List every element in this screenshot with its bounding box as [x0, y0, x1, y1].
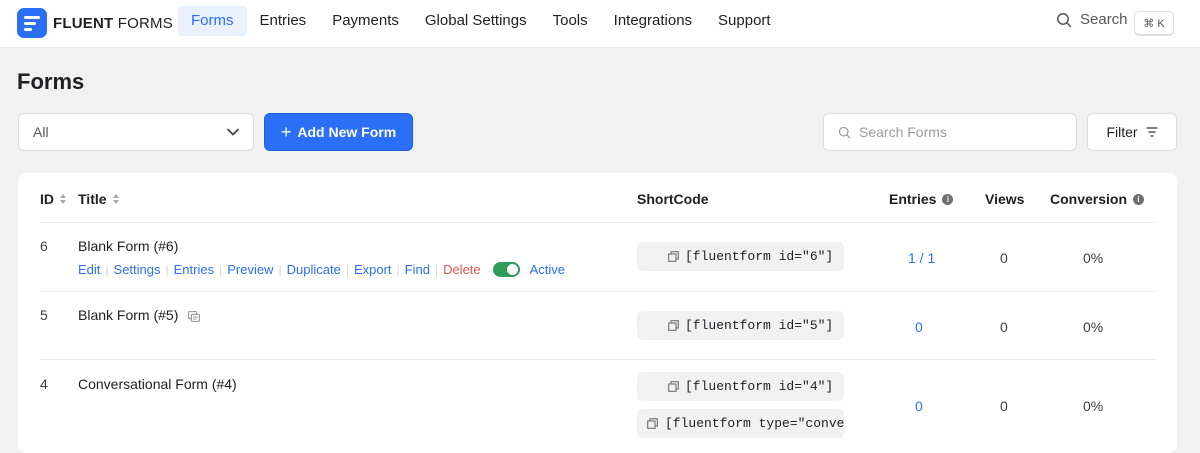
delete-link[interactable]: Delete	[443, 262, 481, 277]
entries-count-link[interactable]: 1 / 1	[908, 250, 935, 266]
column-header-views: Views	[985, 191, 1024, 207]
add-new-form-button[interactable]: + Add New Form	[264, 113, 413, 151]
global-search-button[interactable]: Search	[1056, 11, 1128, 28]
column-header-id-label: ID	[40, 191, 54, 207]
global-search-label: Search	[1080, 11, 1128, 28]
column-header-entries: Entries i	[889, 191, 954, 207]
entries-count-link[interactable]: 0	[915, 319, 923, 335]
column-header-conversion: Conversion i	[1050, 191, 1145, 207]
separator: |	[219, 262, 223, 277]
search-forms-field[interactable]	[823, 113, 1077, 151]
info-icon[interactable]: i	[1133, 193, 1145, 205]
top-navigation-bar: FLUENT FORMS Forms Entries Payments Glob…	[0, 0, 1200, 48]
search-icon	[1057, 12, 1072, 27]
row-actions: Edit | Settings | Entries | Preview | Duplic…	[78, 262, 565, 277]
nav-item-payments[interactable]: Payments	[319, 6, 412, 36]
shortcode-copy-button[interactable]: [fluentform id="4"]	[637, 372, 844, 401]
views-count: 0	[1000, 250, 1008, 266]
conversion-rate: 0%	[1083, 250, 1104, 266]
plus-icon: +	[280, 122, 292, 142]
form-title-link[interactable]: Blank Form (#5)	[78, 307, 201, 323]
column-header-id[interactable]: ID	[40, 191, 66, 207]
filter-lines-icon	[1146, 127, 1158, 137]
sort-icon	[60, 194, 66, 204]
chevron-down-icon	[227, 128, 239, 136]
filter-button[interactable]: Filter	[1087, 113, 1177, 151]
conversational-shortcode-copy-button[interactable]: [fluentform type="conve…	[637, 409, 844, 438]
add-new-form-label: Add New Form	[297, 124, 397, 140]
form-title-text: Blank Form (#5)	[78, 307, 179, 323]
separator: |	[105, 262, 109, 277]
filter-button-label: Filter	[1106, 124, 1138, 140]
column-header-shortcode: ShortCode	[637, 191, 709, 207]
export-link[interactable]: Export	[354, 262, 392, 277]
edit-link[interactable]: Edit	[78, 262, 100, 277]
nav-item-global-settings[interactable]: Global Settings	[412, 6, 540, 36]
shortcode-text: [fluentform type="conve…	[665, 416, 844, 431]
form-type-select-value: All	[33, 124, 49, 140]
conversational-form-icon	[188, 310, 201, 322]
conversion-rate: 0%	[1083, 319, 1104, 335]
conversion-rate: 0%	[1083, 398, 1104, 414]
sort-icon	[112, 194, 119, 204]
column-header-title-label: Title	[78, 191, 107, 207]
form-title-link[interactable]: Blank Form (#6)	[78, 238, 178, 254]
row-id: 6	[40, 238, 48, 254]
entries-link[interactable]: Entries	[174, 262, 214, 277]
find-link[interactable]: Find	[405, 262, 430, 277]
separator: |	[278, 262, 282, 277]
nav-item-support[interactable]: Support	[705, 6, 784, 36]
nav-item-entries[interactable]: Entries	[247, 6, 320, 36]
logo-text: FLUENT FORMS	[53, 14, 173, 32]
copy-icon	[668, 320, 679, 331]
status-label: Active	[529, 262, 566, 277]
fluent-forms-logo-icon	[17, 8, 47, 38]
page-title: Forms	[17, 69, 85, 94]
shortcode-text: [fluentform id="6"]	[685, 249, 834, 264]
row-divider	[40, 359, 1156, 360]
shortcode-text: [fluentform id="5"]	[685, 318, 834, 333]
row-id: 4	[40, 376, 48, 392]
views-count: 0	[1000, 319, 1008, 335]
search-shortcut-badge: ⌘ K	[1134, 11, 1174, 35]
duplicate-link[interactable]: Duplicate	[287, 262, 341, 277]
row-divider	[40, 222, 1156, 223]
column-header-views-label: Views	[985, 191, 1025, 207]
copy-icon	[647, 418, 658, 429]
separator: |	[345, 262, 349, 277]
shortcode-text: [fluentform id="4"]	[685, 379, 834, 394]
form-type-select[interactable]: All	[18, 113, 254, 151]
column-header-shortcode-label: ShortCode	[637, 191, 709, 207]
column-header-conversion-label: Conversion	[1050, 191, 1128, 207]
separator: |	[396, 262, 400, 277]
shortcode-copy-button[interactable]: [fluentform id="5"]	[637, 311, 844, 340]
search-forms-input[interactable]	[859, 124, 1059, 140]
nav-item-forms[interactable]: Forms	[178, 6, 247, 36]
app-logo[interactable]: FLUENT FORMS	[17, 8, 173, 38]
settings-link[interactable]: Settings	[114, 262, 161, 277]
column-header-entries-label: Entries	[889, 191, 937, 207]
nav-item-integrations[interactable]: Integrations	[601, 6, 705, 36]
copy-icon	[668, 251, 679, 262]
search-icon	[838, 126, 851, 138]
info-icon[interactable]: i	[942, 193, 954, 205]
row-divider	[40, 291, 1156, 292]
views-count: 0	[1000, 398, 1008, 414]
shortcode-copy-button[interactable]: [fluentform id="6"]	[637, 242, 844, 271]
separator: |	[165, 262, 169, 277]
row-id: 5	[40, 307, 48, 323]
form-title-link[interactable]: Conversational Form (#4)	[78, 376, 237, 392]
preview-link[interactable]: Preview	[227, 262, 273, 277]
entries-count-link[interactable]: 0	[915, 398, 923, 414]
main-nav: Forms Entries Payments Global Settings T…	[178, 6, 784, 36]
column-header-title[interactable]: Title	[78, 191, 119, 207]
active-toggle[interactable]	[492, 262, 520, 277]
separator: |	[434, 262, 439, 277]
nav-item-tools[interactable]: Tools	[540, 6, 601, 36]
copy-icon	[668, 381, 679, 392]
